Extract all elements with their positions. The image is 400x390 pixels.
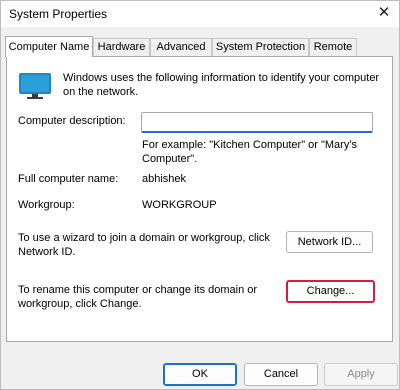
workgroup-value: WORKGROUP: [142, 199, 217, 211]
workgroup-label: Workgroup:: [18, 199, 75, 211]
tab-system-protection[interactable]: System Protection: [212, 38, 309, 56]
cancel-button[interactable]: Cancel: [244, 363, 318, 386]
full-name-value: abhishek: [142, 173, 187, 185]
system-properties-window: System Properties ✕ Computer Name Hardwa…: [0, 0, 400, 390]
computer-description-input[interactable]: [141, 112, 373, 133]
close-icon[interactable]: ✕: [375, 3, 393, 23]
intro-text: Windows uses the following information t…: [63, 72, 380, 98]
apply-button[interactable]: Apply: [324, 363, 398, 386]
change-button[interactable]: Change...: [286, 280, 375, 303]
monitor-icon: [19, 73, 51, 99]
tab-advanced[interactable]: Advanced: [150, 38, 212, 56]
ok-button[interactable]: OK: [163, 363, 237, 386]
computer-name-panel: Windows uses the following information t…: [6, 56, 393, 342]
dialog-footer: OK Cancel Apply: [1, 346, 399, 389]
description-label: Computer description:: [18, 115, 126, 127]
network-id-text: To use a wizard to join a domain or work…: [18, 232, 270, 258]
tab-remote[interactable]: Remote: [309, 38, 357, 56]
network-id-button[interactable]: Network ID...: [286, 231, 373, 253]
title-bar: System Properties ✕: [1, 1, 399, 27]
full-name-label: Full computer name:: [18, 173, 119, 185]
tab-hardware[interactable]: Hardware: [93, 38, 150, 56]
tab-computer-name[interactable]: Computer Name: [5, 36, 93, 57]
example-text: For example: "Kitchen Computer" or "Mary…: [142, 139, 357, 165]
rename-text: To rename this computer or change its do…: [18, 284, 258, 310]
window-title: System Properties: [9, 7, 108, 21]
